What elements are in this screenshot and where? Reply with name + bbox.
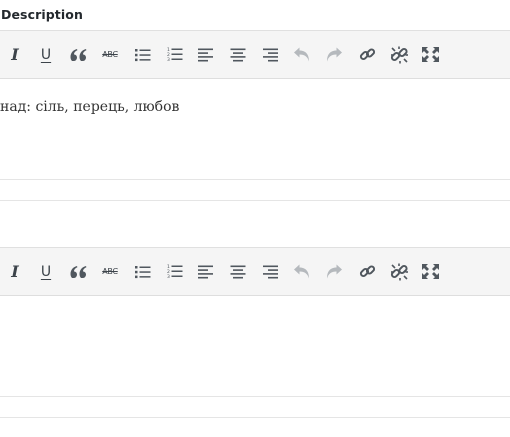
undo-button[interactable] (288, 248, 316, 295)
strikethrough-button[interactable]: ABC (96, 248, 124, 295)
undo-button[interactable] (288, 31, 316, 78)
insert-link-button[interactable] (353, 31, 381, 78)
underline-button[interactable]: U (32, 248, 60, 295)
remove-link-button[interactable] (385, 31, 413, 78)
align-right-button[interactable] (256, 31, 284, 78)
redo-button[interactable] (320, 248, 348, 295)
unlink-icon (390, 46, 409, 64)
align-left-button[interactable] (192, 248, 220, 295)
redo-icon (326, 47, 342, 62)
divider (0, 200, 510, 201)
svg-text:3: 3 (167, 57, 170, 62)
numbered-list-button[interactable]: 123 (161, 31, 189, 78)
align-right-button[interactable] (256, 248, 284, 295)
fullscreen-icon (421, 264, 439, 279)
bullet-list-button[interactable] (129, 31, 157, 78)
italic-button[interactable]: I (1, 248, 29, 295)
numbered-list-icon: 123 (167, 264, 183, 279)
redo-icon (326, 264, 342, 279)
align-left-icon (198, 48, 214, 62)
blockquote-button[interactable] (65, 31, 93, 78)
align-center-button[interactable] (224, 31, 252, 78)
redo-button[interactable] (320, 31, 348, 78)
link-icon (359, 263, 376, 280)
quote-icon (70, 265, 88, 279)
strikethrough-icon: ABC (102, 49, 118, 59)
editor-content-area-1[interactable] (0, 79, 510, 180)
align-center-icon (230, 265, 246, 279)
numbered-list-icon: 123 (167, 47, 183, 62)
undo-icon (294, 47, 310, 62)
align-left-button[interactable] (192, 31, 220, 78)
quote-icon (70, 48, 88, 62)
svg-text:3: 3 (167, 274, 170, 279)
fullscreen-icon (421, 47, 439, 62)
underline-icon: U (40, 46, 52, 63)
align-right-icon (262, 265, 278, 279)
editor-toolbar-2: I U ABC 1 2 3 (0, 247, 510, 296)
remove-link-button[interactable] (385, 248, 413, 295)
align-center-button[interactable] (224, 248, 252, 295)
fullscreen-button[interactable] (416, 248, 444, 295)
fullscreen-button[interactable] (416, 31, 444, 78)
align-left-icon (198, 265, 214, 279)
bullet-list-icon (135, 265, 151, 279)
underline-button[interactable]: U (32, 31, 60, 78)
editor-toolbar-1: I U ABC 1 2 3 (0, 30, 510, 79)
strikethrough-icon: ABC (102, 266, 118, 276)
blockquote-button[interactable] (65, 248, 93, 295)
strikethrough-button[interactable]: ABC (96, 31, 124, 78)
editor-content-area-2[interactable] (0, 296, 510, 397)
link-icon (359, 46, 376, 63)
numbered-list-button[interactable]: 123 (161, 248, 189, 295)
italic-icon: I (11, 44, 19, 64)
divider (0, 417, 510, 418)
underline-icon: U (40, 263, 52, 280)
insert-link-button[interactable] (353, 248, 381, 295)
bullet-list-icon (135, 48, 151, 62)
align-right-icon (262, 48, 278, 62)
undo-icon (294, 264, 310, 279)
bullet-list-button[interactable] (129, 248, 157, 295)
section-title: Description (1, 7, 83, 22)
unlink-icon (390, 263, 409, 281)
align-center-icon (230, 48, 246, 62)
italic-icon: I (11, 261, 19, 281)
editor-content-text[interactable]: над: сіль, перець, любов (0, 99, 179, 115)
italic-button[interactable]: I (1, 31, 29, 78)
